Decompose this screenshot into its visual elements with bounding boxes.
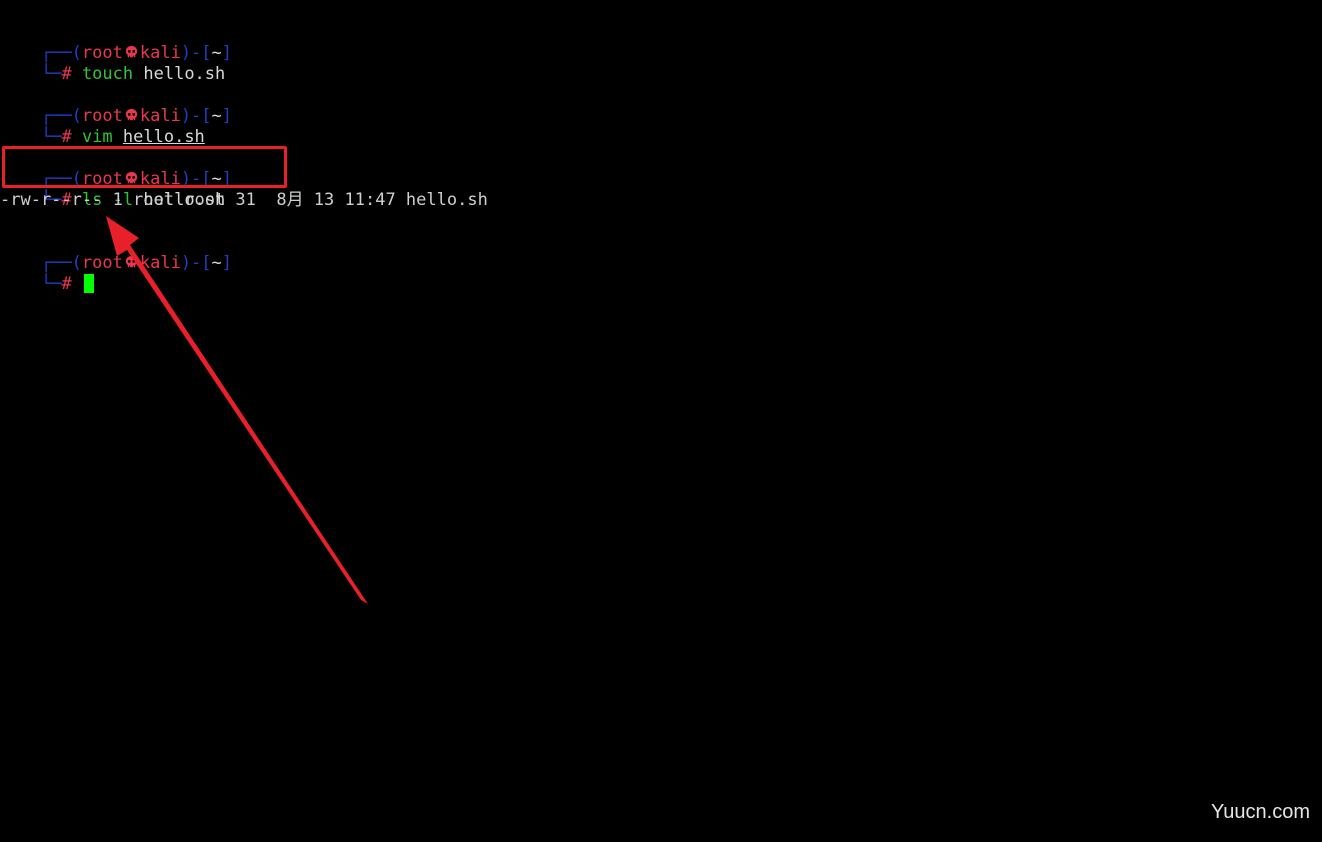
watermark: Yuucn.com bbox=[1211, 801, 1310, 823]
annotation-arrow bbox=[106, 216, 368, 604]
